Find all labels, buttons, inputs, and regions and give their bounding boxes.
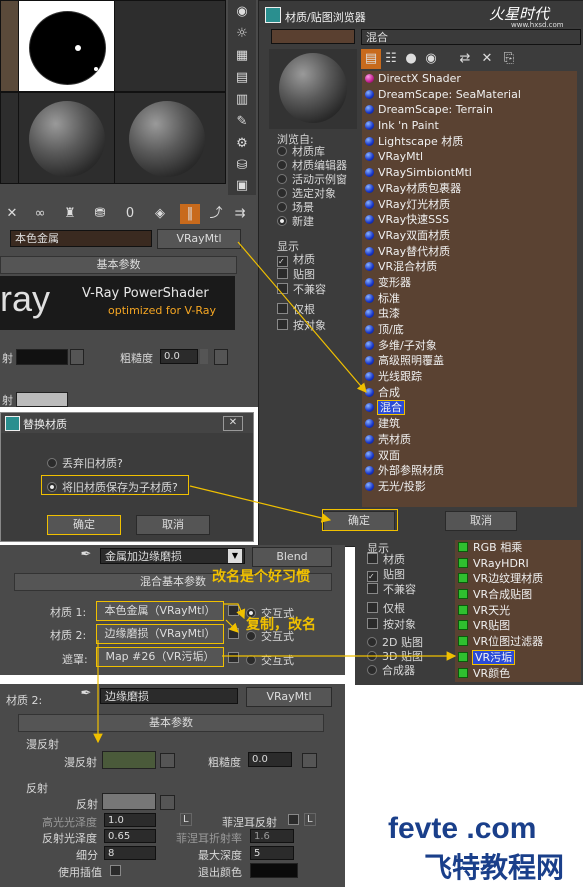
arrow-vraymtl-to-blend	[237, 241, 367, 393]
arrow-keep-to-ok	[189, 485, 332, 523]
annotation-arrows	[93, 241, 457, 744]
arrow-copy	[225, 619, 239, 633]
arrow-rename	[224, 603, 246, 620]
